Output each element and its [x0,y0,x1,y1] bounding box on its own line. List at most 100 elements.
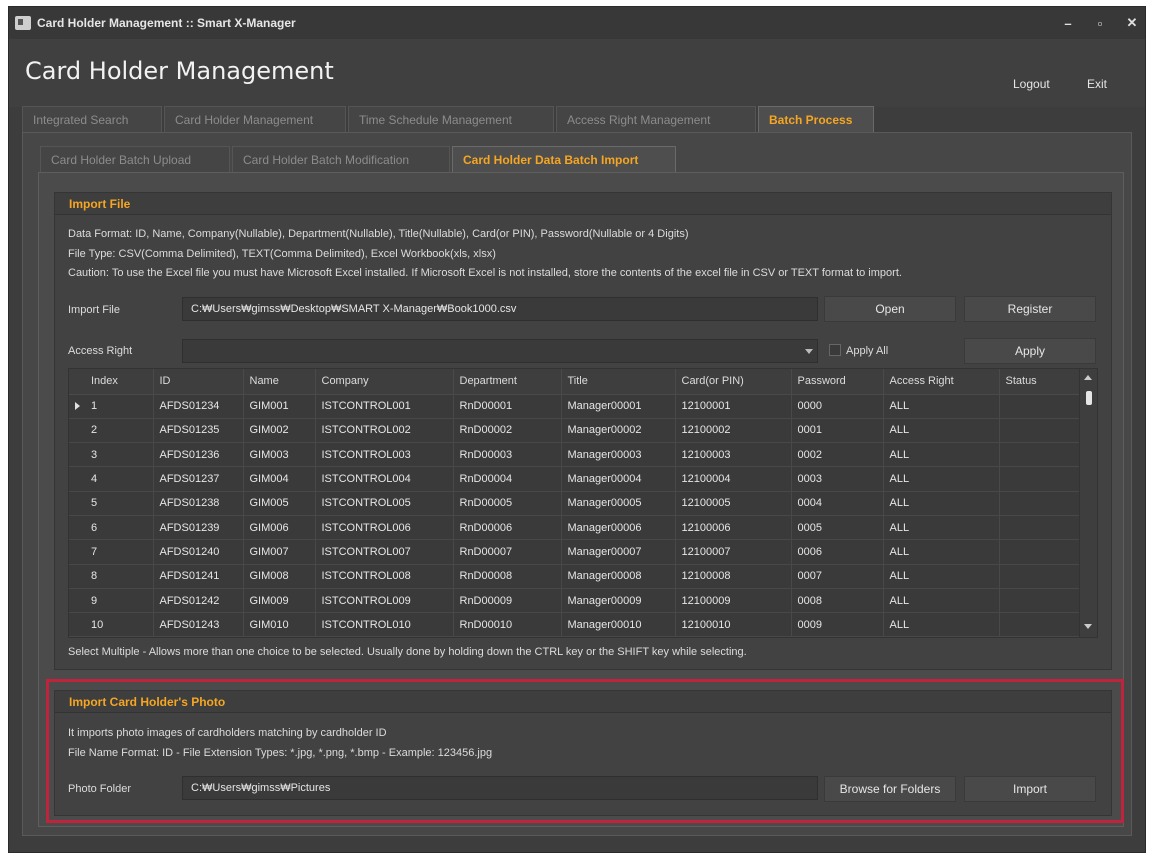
table-cell: ALL [883,442,1000,468]
table-cell [999,612,1082,637]
apply-button[interactable]: Apply [964,338,1096,364]
tab-access-right-management[interactable]: Access Right Management [556,106,756,132]
tab-card-holder-data-batch-import[interactable]: Card Holder Data Batch Import [452,146,676,172]
table-cell: 12100006 [675,515,792,541]
table-cell: 0007 [791,564,884,589]
table-cell [999,539,1082,565]
table-cell: 12100001 [675,394,792,419]
column-header[interactable]: Company [315,369,454,395]
table-row[interactable]: 1 AFDS01234 GIM001 ISTCONTROL001 RnD00001 Man… [69,394,1082,419]
table-cell [999,588,1082,614]
tab-time-schedule-management[interactable]: Time Schedule Management [348,106,554,132]
table-cell [999,564,1082,589]
table-cell: ISTCONTROL010 [315,612,454,637]
apply-all-label: Apply All [846,345,889,357]
table-cell: ALL [883,539,1000,565]
table-cell: GIM006 [243,515,316,541]
table-row[interactable]: 9 AFDS01242 GIM009 ISTCONTROL009 RnD00009 Man… [69,588,1082,614]
open-button[interactable]: Open [824,296,956,322]
column-header[interactable]: Password [791,369,884,395]
apply-all-checkbox[interactable] [829,344,841,356]
table-cell: 0005 [791,515,884,541]
table-cell: GIM009 [243,588,316,614]
table-cell: RnD00007 [453,539,562,565]
table-cell: AFDS01241 [153,564,244,589]
table-cell: ISTCONTROL006 [315,515,454,541]
table-row[interactable]: 10 AFDS01243 GIM010 ISTCONTROL010 RnD00010 Ma… [69,612,1082,637]
column-header[interactable]: ID [153,369,244,395]
column-header[interactable]: Status [999,369,1082,395]
table-cell [999,418,1082,444]
close-button[interactable]: ✕ [1121,13,1143,33]
table-cell: ALL [883,466,1000,492]
table-row[interactable]: 6 AFDS01239 GIM006 ISTCONTROL006 RnD00006 Man… [69,515,1082,541]
column-header[interactable]: Name [243,369,316,395]
table-cell: 0003 [791,466,884,492]
logout-link[interactable]: Logout [1013,77,1050,91]
page-title: Card Holder Management [25,57,334,85]
tab-batch-process[interactable]: Batch Process [758,106,874,132]
table-cell [999,515,1082,541]
chevron-down-icon[interactable] [805,349,813,354]
table-cell: ISTCONTROL005 [315,491,454,516]
table-cell: RnD00003 [453,442,562,468]
table-cell [999,394,1082,419]
table-cell: ALL [883,491,1000,516]
import-file-header: Import File [55,193,1111,215]
table-row[interactable]: 7 AFDS01240 GIM007 ISTCONTROL007 RnD00007 Man… [69,539,1082,565]
table-cell: 12100004 [675,466,792,492]
minimize-button[interactable]: – [1057,13,1079,33]
tab-integrated-search[interactable]: Integrated Search [22,106,162,132]
table-cell: RnD00005 [453,491,562,516]
table-cell: ISTCONTROL004 [315,466,454,492]
title-bar[interactable]: Card Holder Management :: Smart X-Manage… [9,7,1145,39]
table-cell: Manager00002 [561,418,676,444]
table-cell [999,442,1082,468]
import-data-grid[interactable]: Index ID Name Company Department Title C… [68,368,1098,638]
table-cell: RnD00008 [453,564,562,589]
table-row[interactable]: 4 AFDS01237 GIM004 ISTCONTROL004 RnD00004 Man… [69,466,1082,492]
table-cell: 12100003 [675,442,792,468]
file-type-text: File Type: CSV(Comma Delimited), TEXT(Co… [68,248,496,260]
table-cell [999,466,1082,492]
table-cell: Manager00003 [561,442,676,468]
exit-link[interactable]: Exit [1087,77,1107,91]
table-row[interactable]: 3 AFDS01236 GIM003 ISTCONTROL003 RnD00003 Man… [69,442,1082,468]
table-cell: ALL [883,612,1000,637]
table-row[interactable]: 8 AFDS01241 GIM008 ISTCONTROL008 RnD00008 Man… [69,564,1082,589]
tab-card-holder-batch-upload[interactable]: Card Holder Batch Upload [40,146,230,172]
table-cell: 12100005 [675,491,792,516]
column-header[interactable]: Department [453,369,562,395]
table-cell: ISTCONTROL003 [315,442,454,468]
table-cell: Manager00010 [561,612,676,637]
column-header[interactable]: Title [561,369,676,395]
maximize-button[interactable]: ▫ [1089,13,1111,33]
scroll-up-icon[interactable] [1084,375,1092,380]
column-header[interactable]: Access Right [883,369,1000,395]
table-cell: 4 [69,466,154,492]
register-button[interactable]: Register [964,296,1096,322]
table-cell: RnD00004 [453,466,562,492]
access-right-combo[interactable] [182,339,818,363]
table-cell: RnD00009 [453,588,562,614]
table-row[interactable]: 5 AFDS01238 GIM005 ISTCONTROL005 RnD00005 Man… [69,491,1082,516]
table-cell: 0000 [791,394,884,419]
table-cell: Manager00006 [561,515,676,541]
tab-card-holder-management[interactable]: Card Holder Management [164,106,346,132]
table-row[interactable]: 2 AFDS01235 GIM002 ISTCONTROL002 RnD00002 Man… [69,418,1082,444]
tab-card-holder-batch-modification[interactable]: Card Holder Batch Modification [232,146,450,172]
vertical-scrollbar[interactable] [1079,369,1097,637]
scroll-down-icon[interactable] [1084,624,1092,629]
table-cell: GIM002 [243,418,316,444]
scroll-thumb[interactable] [1086,391,1092,405]
table-cell: ISTCONTROL001 [315,394,454,419]
table-cell: RnD00001 [453,394,562,419]
table-cell: GIM008 [243,564,316,589]
column-header[interactable]: Card(or PIN) [675,369,792,395]
table-cell: ALL [883,394,1000,419]
import-file-path-input[interactable]: C:₩Users₩gimss₩Desktop₩SMART X-Manager₩B… [182,297,818,321]
select-multiple-note: Select Multiple - Allows more than one c… [68,646,747,658]
column-header[interactable]: Index [69,369,154,395]
table-cell: AFDS01243 [153,612,244,637]
import-file-label: Import File [68,304,120,316]
